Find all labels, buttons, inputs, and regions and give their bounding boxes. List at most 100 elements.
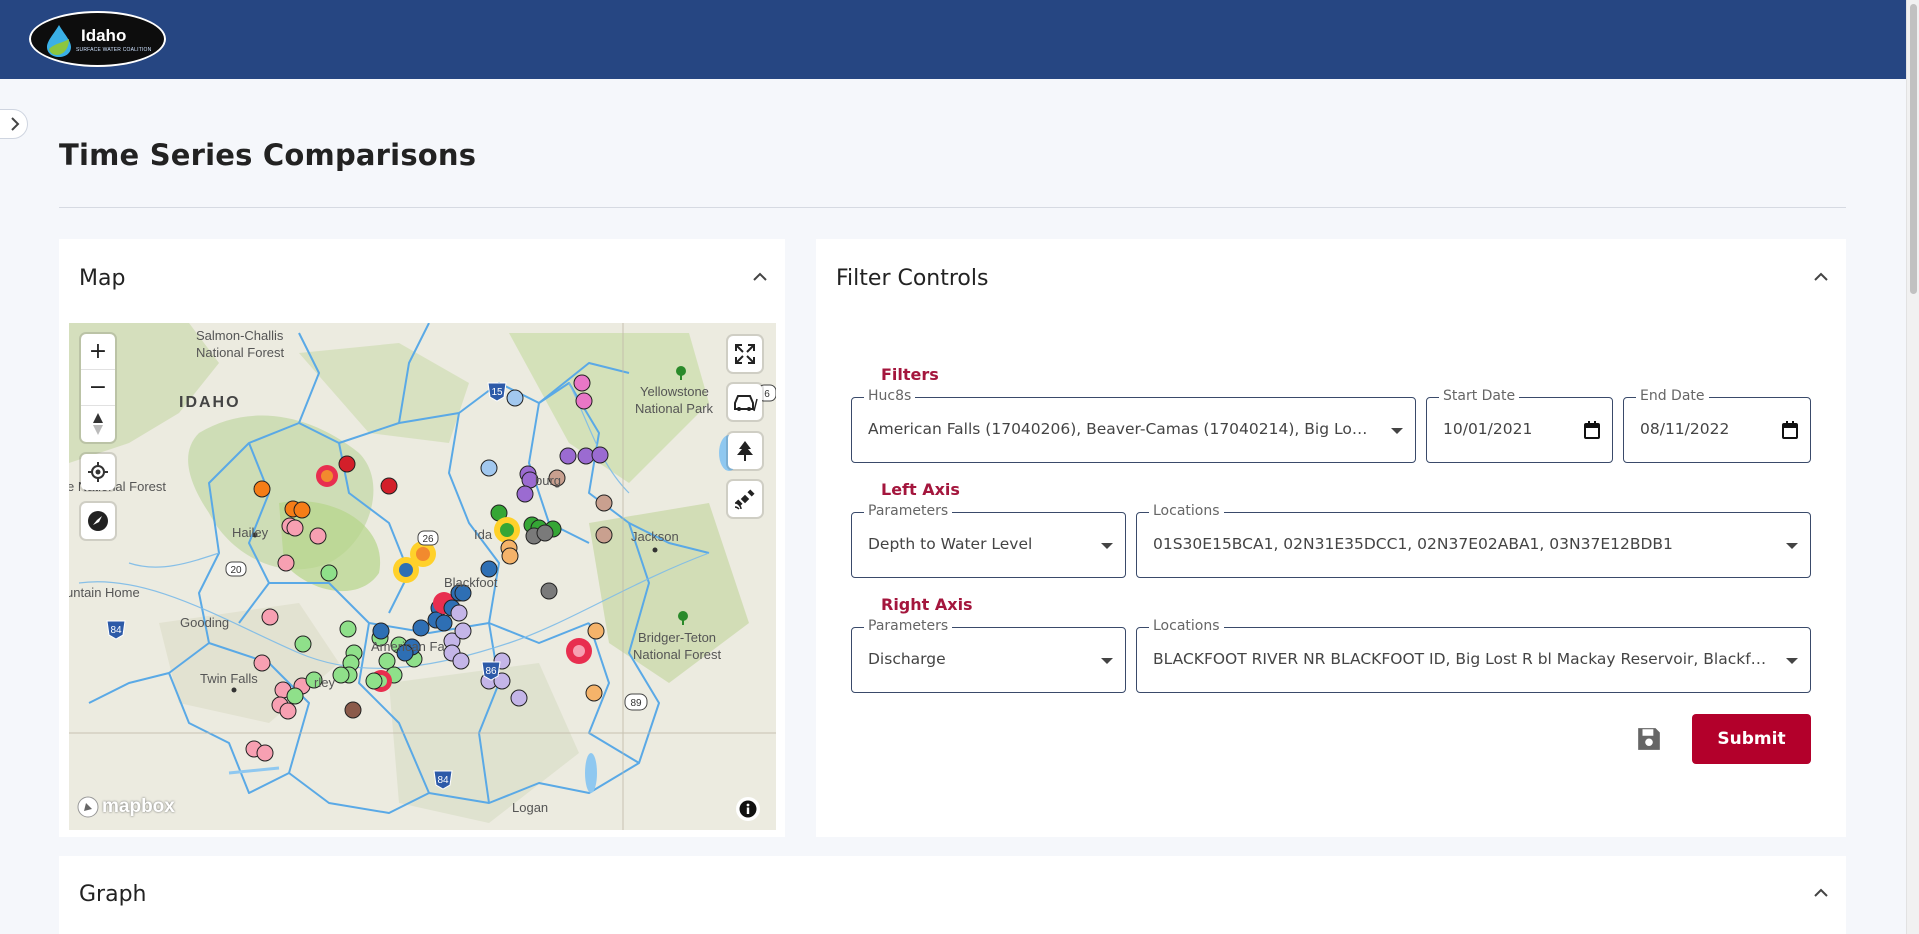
roads-layer-control <box>728 384 762 420</box>
right-parameters-value: Discharge <box>868 650 946 668</box>
geolocate-control <box>81 454 115 490</box>
right-parameters-select[interactable]: Parameters Discharge <box>851 618 1126 693</box>
map-label-logan: Logan <box>512 800 549 815</box>
water-drop-icon <box>47 25 71 57</box>
right-locations-value: BLACKFOOT RIVER NR BLACKFOOT ID, Big Los… <box>1153 650 1768 668</box>
mapbox-logo-icon <box>77 796 99 818</box>
map-label-idaho-falls: Ida <box>474 527 493 542</box>
save-filters-icon[interactable] <box>1636 726 1662 752</box>
submit-button[interactable]: Submit <box>1692 714 1811 764</box>
start-date-value: 10/01/2021 <box>1443 420 1533 438</box>
mapbox-attribution[interactable]: mapbox <box>77 796 175 818</box>
logo-title: Idaho <box>81 26 127 45</box>
mapbox-wordmark: mapbox <box>102 796 175 817</box>
map-label-bridger-teton: Bridger-Teton <box>638 630 717 645</box>
map-label-idaho: IDAHO <box>179 394 241 411</box>
start-date-calendar-icon[interactable] <box>1584 421 1600 439</box>
zoom-out-button[interactable]: − <box>81 370 115 406</box>
map-label-gooding: Gooding <box>180 615 230 630</box>
map-label-twin-falls: Twin Falls <box>200 671 258 686</box>
reset-north-button[interactable] <box>81 406 115 442</box>
roads-layer-button[interactable] <box>728 384 762 420</box>
satellite-layer-control <box>728 481 762 517</box>
forest-layer-control <box>728 433 762 469</box>
fullscreen-control <box>728 336 762 372</box>
end-date-value: 08/11/2022 <box>1640 420 1730 438</box>
graph-card-title: Graph <box>79 882 147 907</box>
left-parameters-label: Parameters <box>864 503 953 519</box>
hw-86-label: 86 <box>485 666 497 677</box>
huc8s-dropdown-arrow-icon <box>1391 428 1403 434</box>
huc8s-value: American Falls (17040206), Beaver-Camas … <box>868 420 1373 438</box>
map-label-hailey: Hailey <box>232 525 269 540</box>
forest-layer-button[interactable] <box>728 433 762 469</box>
hw-26-label: 26 <box>422 534 434 545</box>
left-axis-section-label: Left Axis <box>881 480 960 499</box>
map-label-national-park: National Park <box>635 401 714 416</box>
left-locations-value: 01S30E15BCA1, 02N31E35DCC1, 02N37E02ABA1… <box>1153 535 1673 553</box>
left-locations-label: Locations <box>1149 503 1224 519</box>
expand-icon <box>735 344 755 364</box>
filter-controls-title: Filter Controls <box>836 266 989 291</box>
right-locations-select[interactable]: Locations BLACKFOOT RIVER NR BLACKFOOT I… <box>1136 618 1811 693</box>
start-date-input[interactable]: Start Date 10/01/2021 <box>1426 388 1613 463</box>
hw-15-label: 15 <box>491 387 503 398</box>
hw-20-label: 20 <box>230 565 242 576</box>
filters-section-label: Filters <box>881 365 939 384</box>
zoom-in-button[interactable]: + <box>81 334 115 370</box>
idaho-swc-logo[interactable]: Idaho SURFACE WATER COALITION <box>29 11 166 67</box>
start-date-label: Start Date <box>1439 388 1520 404</box>
map-label-rexburg: burg <box>535 473 562 488</box>
collapse-graph-icon[interactable] <box>1813 888 1829 898</box>
tree-icon <box>737 441 753 461</box>
right-axis-section-label: Right Axis <box>881 595 973 614</box>
collapse-filters-icon[interactable] <box>1813 272 1829 282</box>
title-divider <box>59 207 1846 208</box>
map-info-button[interactable] <box>736 797 760 821</box>
compass-control <box>81 503 115 539</box>
hw-84b-label: 84 <box>437 775 449 786</box>
huc8s-select[interactable]: Huc8s American Falls (17040206), Beaver-… <box>851 388 1416 463</box>
right-locations-label: Locations <box>1149 618 1224 634</box>
graph-card: Graph <box>59 856 1846 934</box>
map-label-salmon-challis: Salmon-Challis <box>196 328 284 343</box>
hw-6-label: 6 <box>764 389 770 400</box>
sidebar-toggle-button[interactable] <box>0 109 28 139</box>
compass-arrow-icon <box>93 413 103 435</box>
geolocate-button[interactable] <box>81 454 115 490</box>
scrollbar-thumb[interactable] <box>1910 4 1917 294</box>
map-terrain: 15 20 84 86 84 89 26 6 <box>69 323 776 830</box>
left-locations-select[interactable]: Locations 01S30E15BCA1, 02N31E35DCC1, 02… <box>1136 503 1811 578</box>
left-parameters-value: Depth to Water Level <box>868 535 1033 553</box>
right-parameters-label: Parameters <box>864 618 953 634</box>
logo-subtitle: SURFACE WATER COALITION <box>76 47 152 53</box>
fullscreen-button[interactable] <box>728 336 762 372</box>
compass-button[interactable] <box>81 503 115 539</box>
car-road-icon <box>734 395 758 412</box>
left-locations-dropdown-arrow-icon <box>1786 543 1798 549</box>
hw-84a-label: 84 <box>110 625 122 636</box>
zoom-controls: + − <box>81 334 115 442</box>
compass-icon <box>88 511 108 531</box>
huc8s-label: Huc8s <box>864 388 916 404</box>
left-parameters-select[interactable]: Parameters Depth to Water Level <box>851 503 1126 578</box>
satellite-icon <box>734 489 755 510</box>
page-scrollbar[interactable] <box>1906 0 1919 934</box>
right-parameters-dropdown-arrow-icon <box>1101 658 1113 664</box>
chevron-right-icon <box>11 117 20 131</box>
end-date-calendar-icon[interactable] <box>1782 421 1798 439</box>
map-label-burley: rley <box>314 675 335 690</box>
info-icon <box>739 800 757 818</box>
collapse-map-icon[interactable] <box>752 272 768 282</box>
end-date-label: End Date <box>1636 388 1709 404</box>
map-card-title: Map <box>79 266 126 291</box>
map-label-yellowstone: Yellowstone <box>640 384 709 399</box>
left-parameters-dropdown-arrow-icon <box>1101 543 1113 549</box>
app-header: Idaho SURFACE WATER COALITION <box>0 0 1906 79</box>
map-label-national-forest-3: National Forest <box>633 647 722 662</box>
end-date-input[interactable]: End Date 08/11/2022 <box>1623 388 1811 463</box>
map-label-blackfoot: Blackfoot <box>444 575 498 590</box>
crosshair-icon <box>88 462 108 482</box>
satellite-layer-button[interactable] <box>728 481 762 517</box>
map-view[interactable]: 15 20 84 86 84 89 26 6 Salmon-Challis Na… <box>69 323 776 830</box>
